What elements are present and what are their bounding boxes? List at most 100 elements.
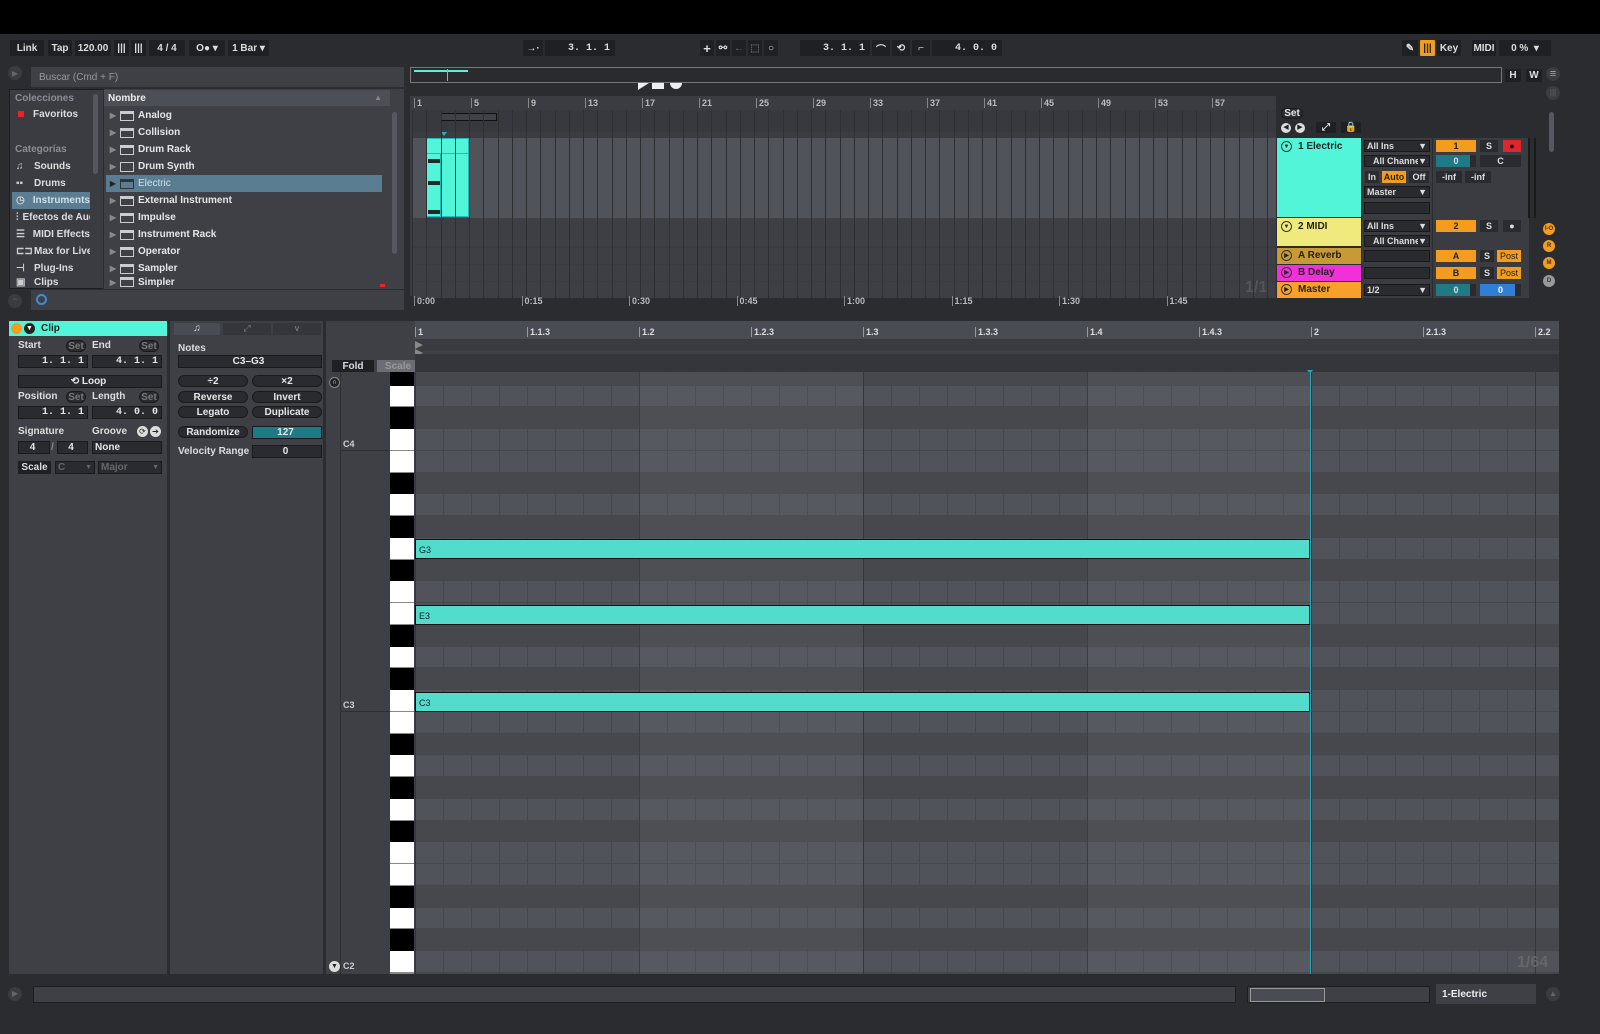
grid-row[interactable] — [415, 907, 1559, 930]
halve-button[interactable]: ÷2 — [178, 375, 248, 387]
browser-item-selected[interactable]: ▶ Electric — [106, 175, 382, 192]
current-track-indicator[interactable]: 1-Electric — [1436, 984, 1536, 1004]
input-type-dropdown[interactable]: All Ins ▼ — [1364, 140, 1430, 152]
nudge-up-icon[interactable]: ||| — [131, 40, 146, 56]
end-set-button[interactable]: Set — [139, 340, 159, 352]
session-view-icon[interactable]: ||| — [1546, 86, 1560, 100]
white-key[interactable] — [390, 646, 414, 669]
output-channel-field[interactable] — [1364, 202, 1430, 214]
groove-dropdown[interactable]: None — [92, 441, 162, 454]
midi-map-button[interactable]: MIDI — [1472, 40, 1496, 56]
black-key[interactable] — [390, 559, 414, 582]
monitor-off-button[interactable]: Off — [1409, 171, 1429, 183]
record-arm-button-1[interactable]: ● — [1503, 140, 1521, 152]
midi-input-type-dropdown[interactable]: All Ins ▼ — [1364, 220, 1430, 232]
tap-tempo-button[interactable]: Tap — [48, 40, 72, 56]
black-key[interactable] — [390, 516, 414, 538]
track-header-midi[interactable]: ▼ 2 MIDI — [1277, 218, 1361, 246]
tab-notes[interactable]: ♫ — [174, 323, 220, 335]
legato-button[interactable]: Legato — [178, 406, 248, 418]
grid-row[interactable] — [415, 429, 1559, 451]
velocity-range-field[interactable]: 0 — [252, 445, 322, 458]
expand-track-icon[interactable]: ▶ — [1281, 284, 1292, 295]
tab-envelopes[interactable]: ⤢ — [223, 323, 271, 335]
solo-button-a[interactable]: S — [1480, 250, 1494, 262]
device-view-toggle-icon[interactable]: ▲ — [1546, 987, 1560, 1001]
input-channel-dropdown[interactable]: All Channels ▼ — [1364, 155, 1430, 167]
browser-item[interactable]: ▶ Drum Rack — [106, 141, 382, 158]
white-key[interactable] — [390, 690, 414, 712]
white-key[interactable] — [390, 972, 414, 974]
favorites-item[interactable]: Favoritos — [33, 109, 78, 120]
browser-item[interactable]: ▶ Drum Synth — [106, 158, 382, 175]
black-key[interactable] — [390, 885, 414, 908]
grid-row[interactable] — [415, 777, 1559, 799]
clip-start-field[interactable]: 1. 1. 1 — [18, 355, 88, 368]
double-button[interactable]: ×2 — [252, 375, 322, 387]
fold-track-icon[interactable]: ▼ — [1281, 141, 1292, 152]
overdub-icon[interactable]: + — [700, 40, 714, 56]
categories-scrollbar[interactable] — [93, 94, 98, 174]
tempo-field[interactable]: 120.00 — [75, 40, 111, 56]
returns-toggle-button[interactable]: R — [1543, 240, 1555, 252]
category-clips[interactable]: ▣ Clips — [12, 277, 90, 287]
track-header-reverb[interactable]: ▶ A Reverb — [1277, 248, 1361, 264]
detail-overview-handle[interactable] — [1250, 988, 1325, 1002]
midi-note-g3[interactable]: G3 — [415, 539, 1310, 559]
invert-button[interactable]: Invert — [252, 391, 322, 403]
white-key[interactable] — [390, 755, 414, 777]
black-key[interactable] — [390, 472, 414, 495]
follow-arrangement-icon[interactable]: ⤢ — [1316, 122, 1336, 133]
height-button[interactable]: H — [1505, 69, 1521, 82]
grid-row[interactable] — [415, 559, 1559, 582]
output-dropdown[interactable]: Master ▼ — [1364, 186, 1430, 198]
scale-root-dropdown[interactable]: C ▼ — [55, 461, 95, 474]
length-set-button[interactable]: Set — [139, 391, 159, 403]
category-drums[interactable]: ▪▪ Drums — [12, 175, 90, 192]
locator-lane[interactable] — [412, 110, 1276, 132]
preview-toggle-icon[interactable] — [36, 294, 47, 305]
clip-end-field[interactable]: 4. 1. 1 — [92, 355, 162, 368]
width-button[interactable]: W — [1526, 69, 1542, 82]
solo-button-2[interactable]: S — [1480, 220, 1498, 232]
post-button-b[interactable]: Post — [1497, 267, 1521, 279]
black-key[interactable] — [390, 929, 414, 951]
loop-switch-icon[interactable]: ⟲ — [892, 40, 910, 56]
duplicate-button[interactable]: Duplicate — [252, 406, 322, 418]
arrangement-clip[interactable] — [426, 138, 469, 217]
browser-item[interactable]: ▶ Impulse — [106, 209, 382, 226]
start-marker-icon[interactable] — [415, 341, 423, 349]
grid-row[interactable] — [415, 450, 1559, 473]
browser-item[interactable]: ▶ Operator — [106, 243, 382, 260]
grid-row[interactable] — [415, 864, 1559, 886]
link-button[interactable]: Link — [10, 40, 44, 56]
loop-start-field[interactable]: 3. 1. 1 — [800, 40, 870, 56]
midi-note-c3[interactable]: C3 — [415, 692, 1310, 712]
scroll-down-icon[interactable]: ▼ — [329, 961, 340, 972]
white-key[interactable] — [390, 581, 414, 603]
draw-mode-icon[interactable]: ✎ — [1402, 40, 1418, 56]
info-toggle-icon[interactable]: ▶ — [8, 987, 22, 1001]
metronome-button[interactable]: O● ▾ — [189, 40, 225, 56]
black-key[interactable] — [390, 624, 414, 647]
black-key[interactable] — [390, 733, 414, 756]
loop-bar[interactable] — [415, 354, 1559, 372]
grid-row[interactable] — [415, 472, 1559, 495]
loop-length-field[interactable]: 4. 0. 0 — [92, 406, 162, 419]
scale-highlight-button[interactable]: Scale — [377, 360, 419, 372]
browser-item[interactable]: ▶ Simpler — [106, 277, 382, 287]
black-key[interactable] — [390, 777, 414, 799]
signature-numerator-field[interactable]: 4 — [18, 441, 50, 454]
randomize-amount-field[interactable]: 127 — [252, 426, 322, 439]
white-key[interactable] — [390, 537, 414, 560]
loop-length-field[interactable]: 4. 0. 0 — [932, 40, 1002, 56]
black-key[interactable] — [390, 407, 414, 429]
category-midi-effects[interactable]: ☰ MIDI Effects — [12, 226, 90, 243]
position-set-button[interactable]: Set — [66, 391, 86, 403]
expand-track-icon[interactable]: ▶ — [1281, 267, 1292, 278]
clip-activator-icon[interactable] — [11, 323, 22, 334]
groove-hotswap-icon[interactable]: ➔ — [150, 426, 161, 437]
fold-button[interactable]: Fold — [332, 360, 374, 372]
grid-row[interactable] — [415, 755, 1559, 777]
fold-track-icon[interactable]: ▼ — [1281, 221, 1292, 232]
